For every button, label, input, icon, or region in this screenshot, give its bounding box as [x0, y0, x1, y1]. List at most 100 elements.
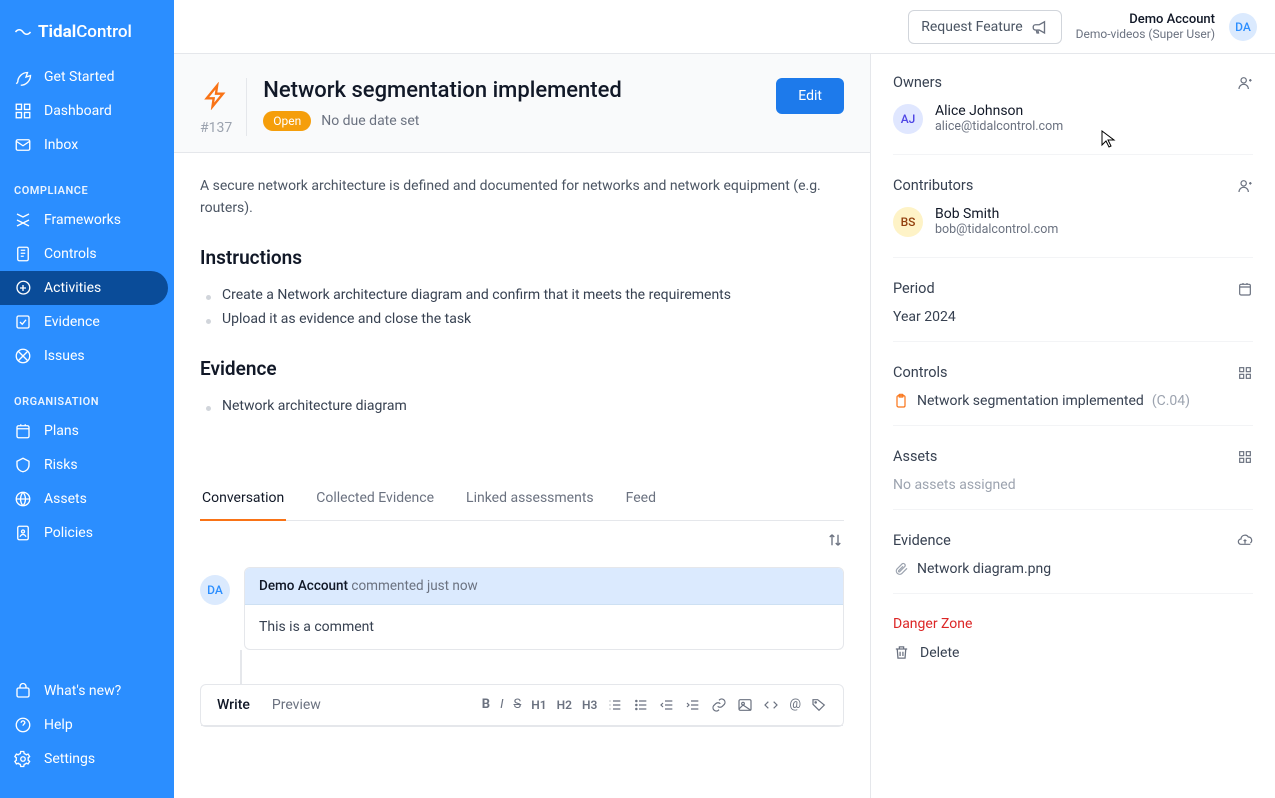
sidebar-item-inbox[interactable]: Inbox	[0, 128, 174, 162]
nav-label: Controls	[44, 246, 97, 262]
strike-icon[interactable]: S	[514, 697, 522, 712]
evidence-label: Evidence	[893, 532, 951, 549]
lightning-icon	[202, 82, 230, 110]
nav-label: Activities	[44, 280, 101, 296]
avatar[interactable]: DA	[1229, 13, 1257, 41]
due-date: No due date set	[321, 113, 419, 129]
control-link[interactable]: Network segmentation implemented (C.04)	[893, 393, 1253, 409]
instruction-item: Create a Network architecture diagram an…	[200, 283, 844, 307]
controls-label: Controls	[893, 364, 948, 381]
h1-button[interactable]: H1	[531, 698, 546, 712]
bullet-list-icon[interactable]	[633, 697, 649, 713]
clipboard-icon	[893, 393, 909, 409]
tab-feed[interactable]: Feed	[624, 478, 658, 520]
activity-id: #137	[200, 120, 232, 136]
grid-icon[interactable]	[1237, 365, 1253, 381]
nav-label: Policies	[44, 525, 93, 541]
ordered-list-icon[interactable]	[607, 697, 623, 713]
sidebar-item-get-started[interactable]: Get Started	[0, 60, 174, 94]
activity-description: A secure network architecture is defined…	[200, 175, 840, 220]
add-contributor-icon[interactable]	[1237, 178, 1253, 194]
contributor-email: bob@tidalcontrol.com	[935, 222, 1058, 237]
assets-empty: No assets assigned	[893, 477, 1253, 493]
add-owner-icon[interactable]	[1237, 75, 1253, 91]
danger-zone-label: Danger Zone	[893, 616, 1253, 632]
tag-icon[interactable]	[811, 697, 827, 713]
edit-button[interactable]: Edit	[776, 78, 844, 114]
link-icon[interactable]	[711, 697, 727, 713]
account-name: Demo Account	[1076, 12, 1215, 27]
image-icon[interactable]	[737, 697, 753, 713]
sidebar-item-evidence[interactable]: Evidence	[0, 305, 174, 339]
h2-button[interactable]: H2	[557, 698, 572, 712]
nav-label: Plans	[44, 423, 79, 439]
instruction-item: Upload it as evidence and close the task	[200, 307, 844, 331]
editor-tab-write[interactable]: Write	[217, 697, 250, 713]
nav-label: Settings	[44, 751, 95, 767]
editor-tab-preview[interactable]: Preview	[272, 697, 321, 713]
h3-button[interactable]: H3	[582, 698, 597, 712]
sidebar-item-frameworks[interactable]: Frameworks	[0, 203, 174, 237]
nav-heading-organisation: ORGANISATION	[0, 383, 174, 414]
evidence-heading: Evidence	[200, 357, 844, 380]
contributors-label: Contributors	[893, 177, 973, 194]
italic-icon[interactable]: I	[500, 697, 503, 712]
nav-heading-compliance: COMPLIANCE	[0, 172, 174, 203]
nav-label: Get Started	[44, 69, 115, 85]
owners-label: Owners	[893, 74, 942, 91]
sidebar-item-risks[interactable]: Risks	[0, 448, 174, 482]
mention-icon[interactable]: @	[789, 697, 801, 712]
period-value: Year 2024	[893, 309, 1253, 325]
grid-icon[interactable]	[1237, 449, 1253, 465]
sidebar-item-plans[interactable]: Plans	[0, 414, 174, 448]
contributor-name: Bob Smith	[935, 206, 1058, 222]
sidebar-item-controls[interactable]: Controls	[0, 237, 174, 271]
tab-collected-evidence[interactable]: Collected Evidence	[314, 478, 436, 520]
tab-conversation[interactable]: Conversation	[200, 478, 286, 520]
owner-person[interactable]: AJ Alice Johnson alice@tidalcontrol.com	[893, 103, 1253, 134]
nav-label: What's new?	[44, 683, 121, 699]
tab-linked-assessments[interactable]: Linked assessments	[464, 478, 596, 520]
sidebar-item-activities[interactable]: Activities	[0, 271, 168, 305]
trash-icon	[893, 644, 910, 661]
sidebar-item-dashboard[interactable]: Dashboard	[0, 94, 174, 128]
evidence-item: Network architecture diagram	[200, 394, 844, 418]
status-badge: Open	[263, 111, 311, 131]
account-info[interactable]: Demo Account Demo-videos (Super User)	[1076, 12, 1215, 41]
nav-label: Issues	[44, 348, 85, 364]
sidebar-item-settings[interactable]: Settings	[0, 742, 174, 776]
comment-body: This is a comment	[245, 605, 843, 649]
evidence-file-link[interactable]: Network diagram.png	[893, 561, 1253, 577]
comment-box: Demo Account commented just now This is …	[244, 567, 844, 650]
brand-bold: Tidal	[38, 22, 76, 42]
nav-label: Dashboard	[44, 103, 112, 119]
indent-icon[interactable]	[685, 697, 701, 713]
comment-editor[interactable]: Write Preview B I S H1 H2 H3	[200, 684, 844, 727]
request-feature-button[interactable]: Request Feature	[908, 10, 1061, 44]
control-name: Network segmentation implemented	[917, 393, 1144, 409]
comment-author: Demo Account	[259, 578, 348, 594]
sidebar-item-whats-new[interactable]: What's new?	[0, 674, 174, 708]
assets-label: Assets	[893, 448, 937, 465]
evidence-file-name: Network diagram.png	[917, 561, 1051, 577]
timeline-line	[240, 650, 242, 684]
outdent-icon[interactable]	[659, 697, 675, 713]
nav-label: Help	[44, 717, 73, 733]
bold-icon[interactable]: B	[482, 697, 490, 712]
megaphone-icon	[1031, 18, 1049, 36]
calendar-icon[interactable]	[1237, 281, 1253, 297]
sidebar-item-policies[interactable]: Policies	[0, 516, 174, 550]
sidebar-item-issues[interactable]: Issues	[0, 339, 174, 373]
account-sub: Demo-videos (Super User)	[1076, 27, 1215, 41]
sort-icon[interactable]	[826, 531, 844, 549]
delete-button[interactable]: Delete	[893, 644, 1253, 661]
nav-label: Risks	[44, 457, 78, 473]
sidebar-item-assets[interactable]: Assets	[0, 482, 174, 516]
contributor-person[interactable]: BS Bob Smith bob@tidalcontrol.com	[893, 206, 1253, 237]
sidebar-item-help[interactable]: Help	[0, 708, 174, 742]
owner-name: Alice Johnson	[935, 103, 1063, 119]
nav-label: Inbox	[44, 137, 78, 153]
brand-logo[interactable]: TidalControl	[0, 12, 174, 60]
upload-icon[interactable]	[1237, 533, 1253, 549]
code-icon[interactable]	[763, 697, 779, 713]
